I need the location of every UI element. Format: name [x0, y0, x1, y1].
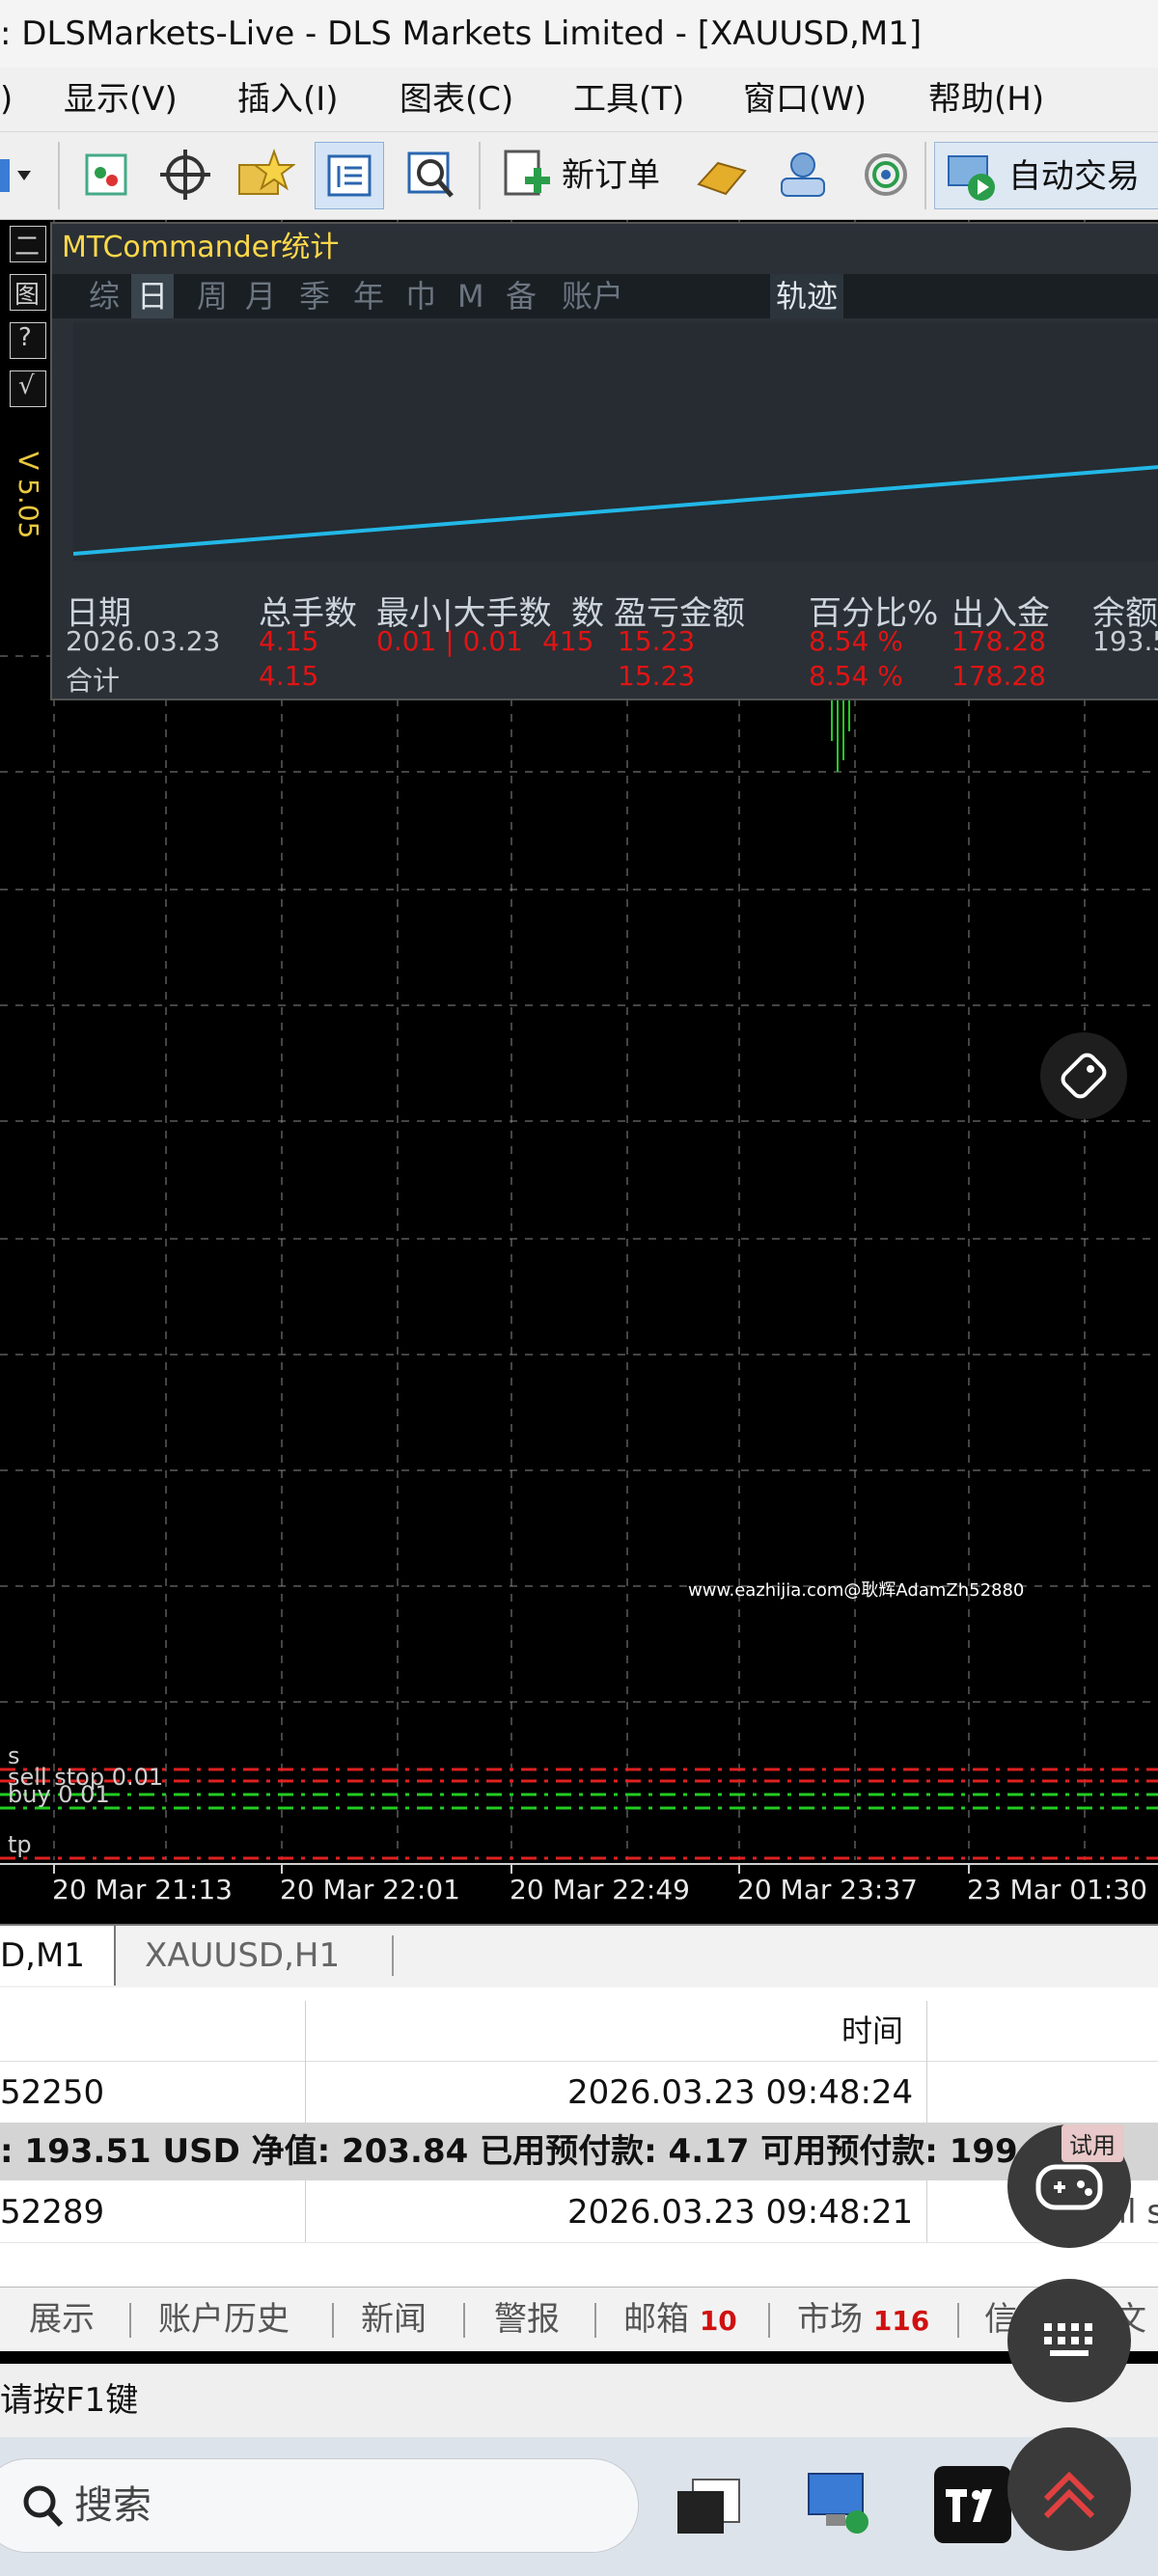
tradingview-icon[interactable]: [934, 2466, 1011, 2543]
cmd-tab-currency[interactable]: 巾: [405, 274, 436, 318]
time-label: 20 Mar 23:37: [737, 1874, 918, 1905]
time-label: 20 Mar 22:49: [510, 1874, 690, 1905]
signal-icon[interactable]: [855, 142, 917, 207]
auto-trade-button[interactable]: 自动交易: [934, 142, 1158, 209]
market-badge: 116: [872, 2305, 930, 2337]
auto-trade-icon: [948, 155, 995, 201]
taskbar-search-box[interactable]: 搜索: [0, 2458, 639, 2553]
account-balance-row: : 193.51 USD 净值: 203.84 已用预付款: 4.17 可用预付…: [0, 2123, 1158, 2180]
terminal-tabs: 展示 账户历史 新闻 警报 邮箱 10 市场 116 信号 文: [0, 2287, 1158, 2351]
cmd-tab-summary[interactable]: 综: [89, 274, 120, 318]
chart-tabs: D,M1 XAUUSD,H1: [0, 1924, 1158, 1988]
zoom-icon[interactable]: [400, 142, 461, 207]
keyboard-float-button[interactable]: [1007, 2279, 1131, 2402]
watermark-text: www.eazhijia.com@耿辉AdamZh52880: [688, 1580, 1025, 1601]
toolbar: 新订单 自动交易: [0, 132, 1158, 221]
chart-tool-2[interactable]: 图: [10, 274, 46, 311]
cmd-tab-account[interactable]: 账户: [562, 274, 623, 318]
new-order-label[interactable]: 新订单: [562, 132, 660, 219]
mailbox-badge: 10: [699, 2305, 737, 2337]
menu-item-partial[interactable]: ): [0, 68, 13, 131]
menu-bar: ) 显示(V) 插入(I) 图表(C) 工具(T) 窗口(W) 帮助(H): [0, 68, 1158, 132]
equity-curve: [72, 465, 1158, 556]
remote-desktop-icon[interactable]: [801, 2466, 878, 2543]
tab-alerts[interactable]: 警报: [494, 2288, 560, 2351]
order-label-tp[interactable]: tp: [8, 1831, 32, 1858]
chevron-up-icon: [1043, 2471, 1095, 2519]
menu-item-window[interactable]: 窗口(W): [743, 68, 867, 131]
auto-trade-label: 自动交易: [1008, 157, 1140, 196]
menu-item-chart[interactable]: 图表(C): [400, 68, 513, 131]
gold-bar-icon[interactable]: [691, 142, 753, 207]
equity-curve-plot: [72, 322, 1158, 562]
mtcommander-panel: MTCommander统计 综 日 周 月 季 年 巾 M 备 账户 轨迹 日期…: [50, 222, 1158, 700]
favorites-icon[interactable]: [234, 142, 296, 207]
account-icon[interactable]: [772, 142, 834, 207]
os-taskbar: 搜索: [0, 2437, 1158, 2576]
order-label-buy[interactable]: buy 0.01: [8, 1781, 110, 1808]
menu-item-view[interactable]: 显示(V): [64, 68, 178, 131]
mtcommander-tabs: 综 日 周 月 季 年 巾 M 备 账户 轨迹: [52, 274, 1158, 318]
search-icon: [23, 2485, 64, 2528]
cmd-tab-week[interactable]: 周: [197, 274, 228, 318]
mtcommander-title: MTCommander统计: [62, 231, 340, 264]
stats-header-row: 日期 总手数 最小|大手数 数 盈亏金额 百分比% 出入金 余额: [52, 587, 1158, 633]
tab-chart-xauusd-m1[interactable]: D,M1: [0, 1926, 116, 1986]
scroll-top-float-button[interactable]: [1007, 2427, 1131, 2551]
menu-item-tools[interactable]: 工具(T): [573, 68, 684, 131]
menu-item-insert[interactable]: 插入(I): [237, 68, 339, 131]
tag-icon: [1061, 1053, 1107, 1099]
cmd-tab-year[interactable]: 年: [353, 274, 384, 318]
chart-float-tag-button[interactable]: [1040, 1032, 1127, 1119]
chart-tool-check[interactable]: √: [10, 370, 46, 407]
status-bar: 请按F1键: [0, 2364, 1158, 2437]
stats-row: 2026.03.23 4.15 0.01 | 0.01 415 15.23 8.…: [66, 625, 1158, 657]
table-row[interactable]: 52250 2026.03.23 09:48:24: [0, 2063, 1158, 2124]
candles: [831, 697, 850, 772]
tab-account-history[interactable]: 账户历史: [158, 2288, 290, 2351]
time-label: 20 Mar 22:01: [280, 1874, 460, 1905]
table-row[interactable]: 52289 2026.03.23 09:48:21 sell s: [0, 2182, 1158, 2243]
cmd-tab-day[interactable]: 日: [131, 274, 175, 318]
tab-mailbox[interactable]: 邮箱 10: [623, 2288, 737, 2351]
chart-tool-1[interactable]: 二: [10, 226, 46, 262]
crosshair-icon[interactable]: [154, 142, 216, 207]
col-time[interactable]: 时间: [841, 2001, 903, 2061]
price-chart[interactable]: 二 图 ? √ V 5.05 MTCommander统计 综 日 周 月 季 年…: [0, 220, 1158, 1920]
cmd-tab-note[interactable]: 备: [506, 274, 537, 318]
cmd-tab-m[interactable]: M: [457, 274, 484, 318]
new-order-icon[interactable]: [496, 142, 558, 207]
window-title: : DLSMarkets-Live - DLS Markets Limited …: [0, 14, 923, 53]
chart-tool-help[interactable]: ?: [10, 322, 46, 359]
tab-news[interactable]: 新闻: [361, 2288, 427, 2351]
status-help-text: 请按F1键: [0, 2381, 139, 2420]
dropdown-arrow-icon[interactable]: [0, 142, 39, 207]
search-placeholder: 搜索: [74, 2483, 152, 2528]
time-label: 20 Mar 21:13: [52, 1874, 233, 1905]
menu-item-help[interactable]: 帮助(H): [928, 68, 1044, 131]
trial-badge: 试用: [1062, 2124, 1123, 2162]
tab-chart-xauusd-h1[interactable]: XAUUSD,H1: [145, 1926, 340, 1986]
keyboard-icon: [1044, 2323, 1092, 2356]
task-view-icon[interactable]: [672, 2472, 749, 2541]
indicator-version: V 5.05: [13, 452, 44, 539]
terminal-table-header: 时间: [0, 2001, 1158, 2062]
navigator-icon[interactable]: [315, 142, 384, 209]
tab-market[interactable]: 市场 116: [797, 2288, 929, 2351]
stats-total-row: 合计 4.15 15.23 8.54 % 178.28: [66, 660, 1046, 697]
time-label: 23 Mar 01:30: [967, 1874, 1147, 1905]
window-title-bar: : DLSMarkets-Live - DLS Markets Limited …: [0, 0, 1158, 68]
profiles-icon[interactable]: [75, 142, 137, 207]
terminal-panel: 时间 52250 2026.03.23 09:48:24 : 193.51 US…: [0, 1987, 1158, 2287]
cmd-tab-track[interactable]: 轨迹: [770, 274, 844, 318]
cmd-tab-month[interactable]: 月: [245, 274, 276, 318]
cmd-tab-quarter[interactable]: 季: [299, 274, 330, 318]
tab-exposure[interactable]: 展示: [29, 2288, 95, 2351]
